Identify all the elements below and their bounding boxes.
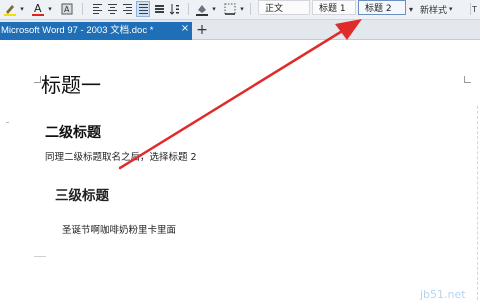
document-tab-label: Microsoft Word 97 - 2003 文档.doc * bbox=[1, 25, 154, 36]
text-tools-icon[interactable]: T bbox=[472, 1, 480, 17]
styles-more-button[interactable]: ▾ bbox=[406, 1, 416, 17]
align-right-icon[interactable] bbox=[123, 1, 132, 17]
heading-1[interactable]: 标题一 bbox=[41, 73, 101, 97]
borders-icon[interactable] bbox=[222, 1, 238, 17]
chevron-down-icon[interactable]: ▾ bbox=[238, 1, 246, 17]
svg-text:T: T bbox=[472, 5, 477, 14]
shading-icon[interactable] bbox=[194, 1, 210, 17]
close-icon[interactable]: × bbox=[180, 23, 190, 34]
margin-marker bbox=[6, 122, 9, 123]
chevron-down-icon[interactable]: ▾ bbox=[18, 1, 26, 17]
heading-2[interactable]: 二级标题 bbox=[45, 124, 101, 142]
font-color-icon[interactable]: A bbox=[30, 1, 46, 17]
toolbar-divider bbox=[250, 3, 251, 15]
svg-text:A: A bbox=[64, 5, 70, 14]
style-normal-label: 正文 bbox=[265, 4, 284, 14]
style-normal-button[interactable]: 正文 bbox=[258, 0, 310, 15]
paragraph-2[interactable]: 圣诞节啊咖啡奶粉里卡里面 bbox=[62, 224, 176, 237]
chevron-down-icon: ▾ bbox=[408, 4, 413, 14]
align-left-icon[interactable] bbox=[93, 1, 102, 17]
page-bottom-mark bbox=[34, 256, 46, 257]
align-center-icon[interactable] bbox=[108, 1, 117, 17]
clear-format-icon[interactable]: A bbox=[60, 1, 74, 17]
toolbar-divider bbox=[470, 3, 471, 15]
chevron-down-icon[interactable]: ▾ bbox=[210, 1, 218, 17]
new-style-label: 新样式 bbox=[420, 5, 448, 16]
highlight-icon[interactable] bbox=[2, 1, 18, 17]
toolbar-divider bbox=[82, 3, 83, 15]
crop-mark-top-right bbox=[464, 76, 471, 83]
style-heading1-label: 标题 1 bbox=[319, 4, 346, 14]
style-heading1-button[interactable]: 标题 1 bbox=[312, 0, 356, 15]
document-tab[interactable]: Microsoft Word 97 - 2003 文档.doc * bbox=[0, 22, 192, 40]
chevron-down-icon: ▾ bbox=[449, 5, 453, 13]
style-heading2-button[interactable]: 标题 2 bbox=[358, 0, 406, 15]
watermark: jb51.net bbox=[420, 288, 466, 301]
formatting-toolbar: ▾ A ▾ A ▾ ▾ 正文 标题 1 标题 2 ▾ 新样式 ▾ T bbox=[0, 0, 480, 20]
heading-3[interactable]: 三级标题 bbox=[55, 187, 109, 205]
document-tab-bar: Microsoft Word 97 - 2003 文档.doc * bbox=[0, 20, 480, 40]
paragraph-1[interactable]: 同理二级标题取名之后，选择标题 2 bbox=[45, 151, 197, 164]
toolbar-divider bbox=[188, 3, 189, 15]
svg-text:A: A bbox=[34, 2, 42, 15]
new-style-button[interactable]: 新样式 ▾ bbox=[420, 1, 466, 17]
add-tab-button[interactable]: + bbox=[196, 22, 208, 38]
crop-mark-top-left bbox=[34, 76, 41, 83]
distributed-icon[interactable] bbox=[155, 1, 164, 17]
style-heading2-label: 标题 2 bbox=[365, 4, 392, 14]
chevron-down-icon[interactable]: ▾ bbox=[46, 1, 54, 17]
sort-icon[interactable] bbox=[169, 1, 181, 17]
justify-icon[interactable] bbox=[136, 1, 150, 17]
